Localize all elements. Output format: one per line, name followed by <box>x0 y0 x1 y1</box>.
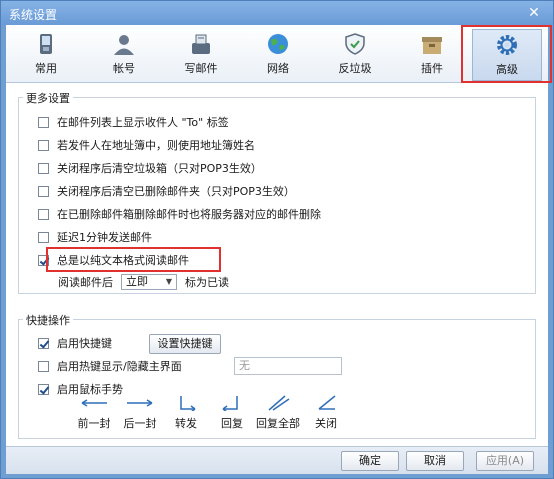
arrow-corner-icon <box>318 395 336 410</box>
read-after-select[interactable]: 立即 ▼ <box>121 274 177 290</box>
tab-advanced[interactable]: 高级 <box>472 29 542 81</box>
arrow-down-left-icon <box>222 396 238 411</box>
quick-actions-title: 快捷操作 <box>23 312 73 328</box>
checkbox[interactable] <box>38 162 49 174</box>
option-empty-junk[interactable]: 关闭程序后清空垃圾箱（只对POP3生效） <box>38 160 262 176</box>
title-bar: 系统设置 ✕ <box>1 1 553 25</box>
option-label: 在邮件列表上显示收件人 "To" 标签 <box>57 116 229 129</box>
checkbox[interactable] <box>38 231 49 243</box>
option-label: 启用快捷键 <box>57 337 112 350</box>
read-after-suffix: 标为已读 <box>185 276 229 289</box>
tab-antispam[interactable]: 反垃圾 <box>320 29 390 81</box>
gesture-label: 后一封 <box>123 417 157 430</box>
option-plain-text[interactable]: 总是以纯文本格式阅读邮件 <box>38 252 189 268</box>
option-show-to-label[interactable]: 在邮件列表上显示收件人 "To" 标签 <box>38 114 229 130</box>
option-label: 延迟1分钟发送邮件 <box>57 231 152 244</box>
checkbox[interactable] <box>38 360 49 372</box>
gesture-label: 前一封 <box>77 417 111 430</box>
arrow-right-icon <box>127 399 153 407</box>
gesture-close: 关闭 <box>301 395 351 431</box>
option-delay-send[interactable]: 延迟1分钟发送邮件 <box>38 229 152 245</box>
settings-content: 更多设置 在邮件列表上显示收件人 "To" 标签 若发件人在地址簿中，则使用地址… <box>6 83 548 446</box>
option-delete-on-server[interactable]: 在已删除邮件箱删除邮件时也将服务器对应的邮件删除 <box>38 206 321 222</box>
read-after-value: 立即 <box>126 275 148 288</box>
tab-compose-label: 写邮件 <box>184 62 218 75</box>
checkbox[interactable] <box>38 185 49 197</box>
tab-common-label: 常用 <box>35 62 57 75</box>
apply-button[interactable]: 应用(A) <box>476 451 534 471</box>
ok-button[interactable]: 确定 <box>341 451 399 471</box>
tab-advanced-label: 高级 <box>496 63 518 76</box>
tab-compose[interactable]: 写邮件 <box>166 29 236 81</box>
shield-icon <box>345 33 365 55</box>
option-enable-hotkeys[interactable]: 启用快捷键 <box>38 335 112 351</box>
tab-antispam-label: 反垃圾 <box>338 62 372 75</box>
compose-icon <box>192 34 210 54</box>
cancel-button[interactable]: 取消 <box>406 451 464 471</box>
checkbox-checked[interactable] <box>38 383 49 395</box>
gesture-label: 关闭 <box>315 417 337 430</box>
window-title: 系统设置 <box>9 8 58 22</box>
gesture-next: 后一封 <box>115 395 165 431</box>
option-use-addressbook-name[interactable]: 若发件人在地址簿中，则使用地址簿姓名 <box>38 137 255 153</box>
hotkey-input[interactable]: 无 <box>234 357 342 375</box>
gesture-label: 回复 <box>221 417 243 430</box>
gesture-reply: 回复 <box>207 395 257 431</box>
box-icon <box>422 37 442 54</box>
user-icon <box>114 35 134 55</box>
globe-icon <box>268 34 288 54</box>
option-label: 若发件人在地址簿中，则使用地址簿姓名 <box>57 139 255 152</box>
chevron-down-icon: ▼ <box>165 277 172 286</box>
arrow-left-icon <box>81 399 107 407</box>
tab-network-label: 网络 <box>267 62 289 75</box>
gesture-label: 转发 <box>175 417 197 430</box>
option-label: 关闭程序后清空垃圾箱（只对POP3生效） <box>57 162 262 175</box>
option-empty-deleted[interactable]: 关闭程序后清空已删除邮件夹（只对POP3生效） <box>38 183 295 199</box>
checkbox[interactable] <box>38 208 49 220</box>
gesture-reply-all: 回复全部 <box>253 395 303 431</box>
gear-icon <box>497 35 517 55</box>
set-hotkeys-button[interactable]: 设置快捷键 <box>149 334 221 354</box>
more-settings-title: 更多设置 <box>23 90 73 106</box>
checkbox-checked[interactable] <box>38 337 49 349</box>
phone-icon <box>40 34 52 54</box>
option-label: 关闭程序后清空已删除邮件夹（只对POP3生效） <box>57 185 295 198</box>
checkbox[interactable] <box>38 139 49 151</box>
arrow-down-right-icon <box>180 396 196 411</box>
close-icon[interactable]: ✕ <box>525 4 543 22</box>
option-label: 启用热键显示/隐藏主界面 <box>57 360 182 373</box>
tab-network[interactable]: 网络 <box>243 29 313 81</box>
checkbox-checked[interactable] <box>38 254 49 266</box>
checkbox[interactable] <box>38 116 49 128</box>
tab-common[interactable]: 常用 <box>11 29 81 81</box>
tab-plugins[interactable]: 插件 <box>397 29 467 81</box>
dialog-footer: 确定 取消 应用(A) <box>6 446 548 474</box>
option-label: 在已删除邮件箱删除邮件时也将服务器对应的邮件删除 <box>57 208 321 221</box>
tab-account-label: 帐号 <box>113 62 135 75</box>
read-after-row: 阅读邮件后 立即 ▼ 标为已读 <box>58 274 229 290</box>
option-label: 总是以纯文本格式阅读邮件 <box>57 254 189 267</box>
read-after-prefix: 阅读邮件后 <box>58 276 113 289</box>
arrow-diagonal-icon <box>268 395 290 411</box>
settings-toolbar: 常用 帐号 写邮件 网络 反垃圾 插件 高级 <box>6 25 552 83</box>
gesture-label: 回复全部 <box>256 417 300 430</box>
settings-window: 系统设置 ✕ 常用 帐号 写邮件 网络 反垃圾 插件 高级 更多设置 在邮件列表… <box>0 0 554 479</box>
gesture-previous: 前一封 <box>69 395 119 431</box>
option-hotkey-toggle[interactable]: 启用热键显示/隐藏主界面 <box>38 358 182 374</box>
gesture-forward: 转发 <box>161 395 211 431</box>
tab-plugins-label: 插件 <box>421 62 443 75</box>
tab-account[interactable]: 帐号 <box>89 29 159 81</box>
